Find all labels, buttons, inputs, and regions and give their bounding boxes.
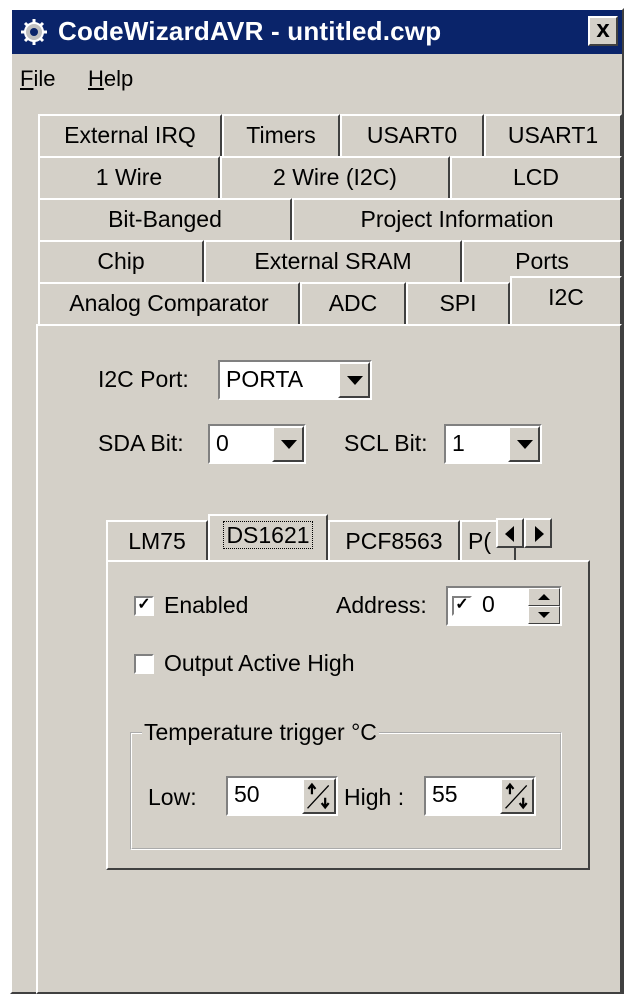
i2c-port-select[interactable]: PORTA: [218, 360, 372, 400]
menu-file[interactable]: File: [20, 66, 55, 92]
enabled-label: Enabled: [164, 592, 249, 618]
menu-file-label: ile: [33, 66, 56, 91]
enabled-checkbox[interactable]: ✓: [134, 596, 154, 616]
temperature-trigger-group: Temperature trigger °C Low: 50 High : 55: [130, 719, 562, 850]
codewizard-window: CodeWizardAVR - untitled.cwp x File Help…: [10, 8, 624, 994]
title-bar[interactable]: CodeWizardAVR - untitled.cwp x: [12, 10, 622, 54]
tab-usart1[interactable]: USART1: [484, 114, 622, 156]
tab-1-wire[interactable]: 1 Wire: [38, 156, 220, 198]
tab-pcf8563[interactable]: PCF8563: [328, 520, 460, 560]
high-spinbox[interactable]: 55: [424, 776, 536, 816]
tab-i2c[interactable]: I2C: [510, 276, 622, 326]
tab-scroll-right-icon[interactable]: [524, 518, 552, 548]
sda-bit-value: 0: [216, 430, 229, 456]
spin-down-icon[interactable]: [528, 606, 560, 624]
scl-bit-label: SCL Bit:: [344, 430, 428, 456]
tab-lm75[interactable]: LM75: [106, 520, 208, 560]
menu-bar: File Help: [12, 62, 622, 102]
close-icon: x: [596, 16, 610, 43]
address-enable-checkbox[interactable]: ✓: [452, 596, 472, 616]
up-down-arrows-icon[interactable]: [302, 778, 336, 814]
window-title: CodeWizardAVR - untitled.cwp: [58, 16, 442, 46]
tab-usart0[interactable]: USART0: [340, 114, 484, 156]
tab-spi[interactable]: SPI: [406, 282, 510, 324]
scl-bit-value: 1: [452, 430, 465, 456]
i2c-port-label: I2C Port:: [98, 366, 189, 392]
chevron-down-icon[interactable]: [338, 362, 370, 398]
high-label: High :: [344, 784, 405, 810]
tab-2-wire-i2c[interactable]: 2 Wire (I2C): [220, 156, 450, 198]
tab-external-sram[interactable]: External SRAM: [204, 240, 462, 282]
tab-analog-comparator[interactable]: Analog Comparator: [38, 282, 300, 324]
temperature-trigger-title: Temperature trigger °C: [142, 719, 379, 746]
tab-ds1621[interactable]: DS1621: [208, 514, 328, 562]
menu-help-label: elp: [103, 66, 134, 91]
address-spin-buttons: [528, 588, 560, 624]
address-value: 0: [482, 591, 495, 617]
high-value: 55: [432, 781, 458, 807]
menu-file-mnemonic: F: [20, 66, 34, 91]
tab-external-irq[interactable]: External IRQ: [38, 114, 222, 156]
spin-up-icon[interactable]: [528, 588, 560, 606]
sda-bit-select[interactable]: 0: [208, 424, 306, 464]
tab-project-information[interactable]: Project Information: [292, 198, 622, 240]
low-value: 50: [234, 781, 260, 807]
ds1621-tab-page: ✓ Enabled Address: ✓ 0 Output Active Hig…: [106, 560, 590, 870]
tab-scroll-left-icon[interactable]: [496, 518, 524, 548]
i2c-port-value: PORTA: [226, 366, 304, 392]
tab-ds1621-label: DS1621: [223, 521, 313, 549]
low-label: Low:: [148, 784, 197, 810]
output-active-high-label: Output Active High: [164, 650, 355, 676]
tab-lcd[interactable]: LCD: [450, 156, 622, 198]
up-down-arrows-icon[interactable]: [500, 778, 534, 814]
tab-timers[interactable]: Timers: [222, 114, 340, 156]
chevron-down-icon[interactable]: [272, 426, 304, 462]
scl-bit-select[interactable]: 1: [444, 424, 542, 464]
address-spinbox[interactable]: ✓ 0: [446, 586, 562, 626]
tab-bit-banged[interactable]: Bit-Banged: [38, 198, 292, 240]
chevron-down-icon[interactable]: [508, 426, 540, 462]
close-button[interactable]: x: [588, 16, 618, 46]
menu-help-mnemonic: H: [88, 66, 104, 91]
address-label: Address:: [336, 592, 427, 618]
menu-help[interactable]: Help: [88, 66, 133, 92]
i2c-tab-page: I2C Port: PORTA SDA Bit: 0 SCL Bit: 1 LM…: [36, 324, 622, 994]
sda-bit-label: SDA Bit:: [98, 430, 184, 456]
output-active-high-checkbox[interactable]: [134, 654, 154, 674]
tab-chip[interactable]: Chip: [38, 240, 204, 282]
tab-adc[interactable]: ADC: [300, 282, 406, 324]
app-gear-icon: [21, 19, 47, 45]
low-spinbox[interactable]: 50: [226, 776, 338, 816]
